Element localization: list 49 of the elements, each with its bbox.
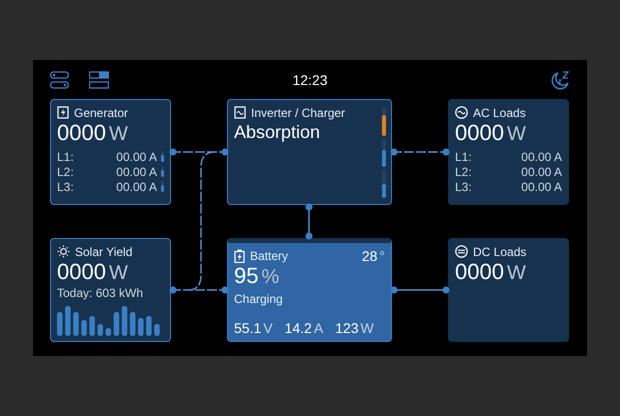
battery-reading: 14.2A — [284, 320, 324, 336]
power-reading: 95% — [234, 263, 280, 290]
lines-circle-icon — [455, 245, 468, 258]
lightning-box-icon — [57, 106, 69, 119]
connector-line — [390, 286, 450, 294]
phase-current: 00.00 A — [116, 180, 157, 194]
card-title: Inverter / Charger — [251, 106, 346, 120]
power-reading: 0000W — [455, 120, 527, 147]
panels-icon[interactable] — [89, 70, 109, 88]
sleep-moon-icon[interactable] — [550, 70, 570, 90]
phase-label: L2: — [57, 164, 74, 178]
toggle-switches-icon[interactable] — [50, 70, 69, 88]
card-title: Solar Yield — [75, 244, 132, 258]
connector-line — [390, 148, 450, 156]
card-title: Battery — [250, 248, 288, 262]
sine-circle-icon — [455, 106, 468, 119]
today-yield: Today: 603 kWh — [57, 286, 144, 300]
card-title: AC Loads — [473, 106, 526, 120]
battery-temperature: 28° — [362, 248, 385, 264]
phase-current: 00.00 A — [521, 180, 562, 194]
phase-label: L3: — [455, 180, 472, 194]
phase-label: L1: — [57, 150, 74, 164]
sun-icon — [57, 245, 70, 258]
phase-current: 00.00 A — [116, 164, 157, 178]
card-title: DC Loads — [473, 244, 526, 258]
power-reading: 0000W — [57, 120, 129, 147]
connector-line — [306, 204, 312, 240]
battery-status: Charging — [234, 292, 284, 306]
phase-current: 00.00 A — [521, 164, 562, 178]
device-card[interactable]: Solar Yield 0000W Today: 603 kWh — [50, 238, 171, 342]
device-card[interactable]: DC Loads 0000W — [448, 238, 569, 342]
inverter-state: Absorption — [234, 121, 322, 144]
device-card[interactable]: Inverter / Charger Absorption — [227, 99, 392, 205]
device-card[interactable]: AC Loads 0000W L1: 00.00 A L2: 00.00 A L3: 00.00 A — [448, 99, 569, 205]
phase-label: L2: — [455, 164, 472, 178]
battery-reading: 55.1V — [234, 320, 273, 336]
power-reading: 0000W — [57, 259, 129, 286]
battery-reading: 123W — [335, 320, 374, 336]
device-card[interactable]: Generator 0000W L1: 00.00 A L2: 00.00 A L3: 00.00 A — [50, 99, 171, 205]
battery-icon — [234, 248, 245, 262]
device-card[interactable]: Battery 28° 95% Charging 55.1V 14.2A 123W — [227, 238, 392, 342]
phase-label: L3: — [57, 180, 74, 194]
card-title: Generator — [74, 106, 128, 120]
wave-box-icon — [234, 106, 246, 119]
power-reading: 0000W — [455, 259, 527, 286]
phase-label: L1: — [455, 150, 472, 164]
phase-current: 00.00 A — [116, 150, 157, 164]
phase-current: 00.00 A — [521, 150, 562, 164]
clock-time: 12:23 — [292, 72, 328, 88]
